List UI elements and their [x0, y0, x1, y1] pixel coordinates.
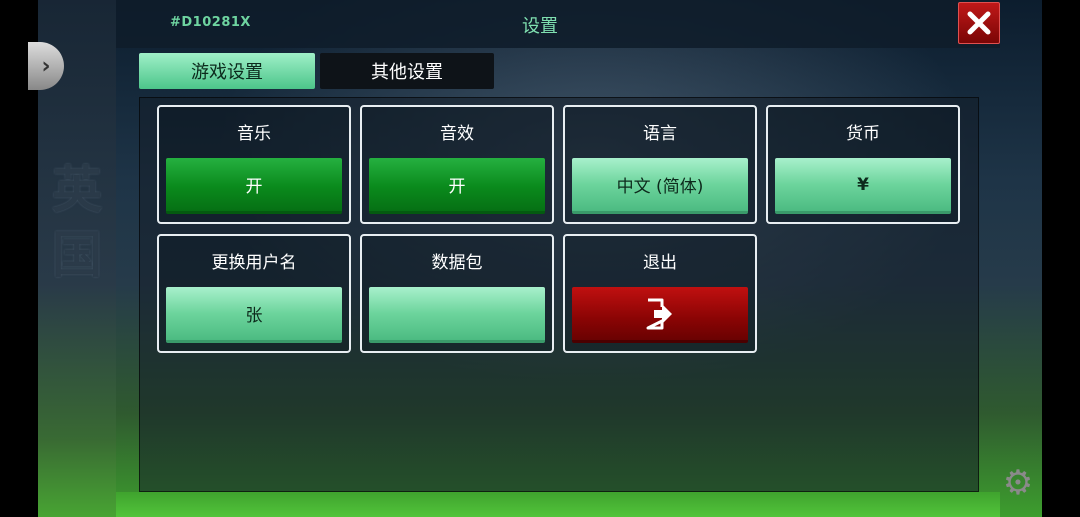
card-sound-effects: 音效 开: [360, 105, 554, 224]
background-text-1: 英: [52, 161, 102, 219]
sound-effects-label: 音效: [440, 124, 474, 144]
language-select-button[interactable]: 中文 (简体): [572, 158, 748, 214]
card-change-username: 更换用户名 张: [157, 234, 351, 353]
card-music: 音乐 开: [157, 105, 351, 224]
change-username-button[interactable]: 张: [166, 287, 342, 343]
gear-icon: ⚙: [1002, 463, 1034, 503]
card-language: 语言 中文 (简体): [563, 105, 757, 224]
close-x-icon: [967, 11, 991, 35]
pitch-strip: [116, 492, 1000, 517]
chevron-right-icon: ›: [41, 53, 51, 79]
currency-label: 货币: [846, 124, 880, 144]
right-letterbox: [1042, 0, 1080, 517]
tab-other-settings[interactable]: 其他设置: [320, 53, 494, 89]
data-pack-label: 数据包: [431, 253, 483, 273]
background-text-2: 国: [52, 226, 102, 284]
exit-button[interactable]: [572, 287, 748, 343]
close-button[interactable]: [958, 2, 1000, 44]
currency-select-button[interactable]: ¥: [775, 158, 951, 214]
data-pack-button[interactable]: [369, 287, 545, 343]
tab-game-settings[interactable]: 游戏设置: [139, 53, 315, 89]
music-toggle-button[interactable]: 开: [166, 158, 342, 214]
exit-icon: [646, 298, 672, 329]
music-label: 音乐: [237, 124, 271, 144]
sound-effects-toggle-button[interactable]: 开: [369, 158, 545, 214]
card-data-pack: 数据包: [360, 234, 554, 353]
language-label: 语言: [643, 124, 677, 144]
exit-label: 退出: [643, 253, 677, 273]
player-id: #D10281X: [170, 15, 251, 30]
card-exit: 退出: [563, 234, 757, 353]
change-username-label: 更换用户名: [211, 253, 297, 273]
card-currency: 货币 ¥: [766, 105, 960, 224]
